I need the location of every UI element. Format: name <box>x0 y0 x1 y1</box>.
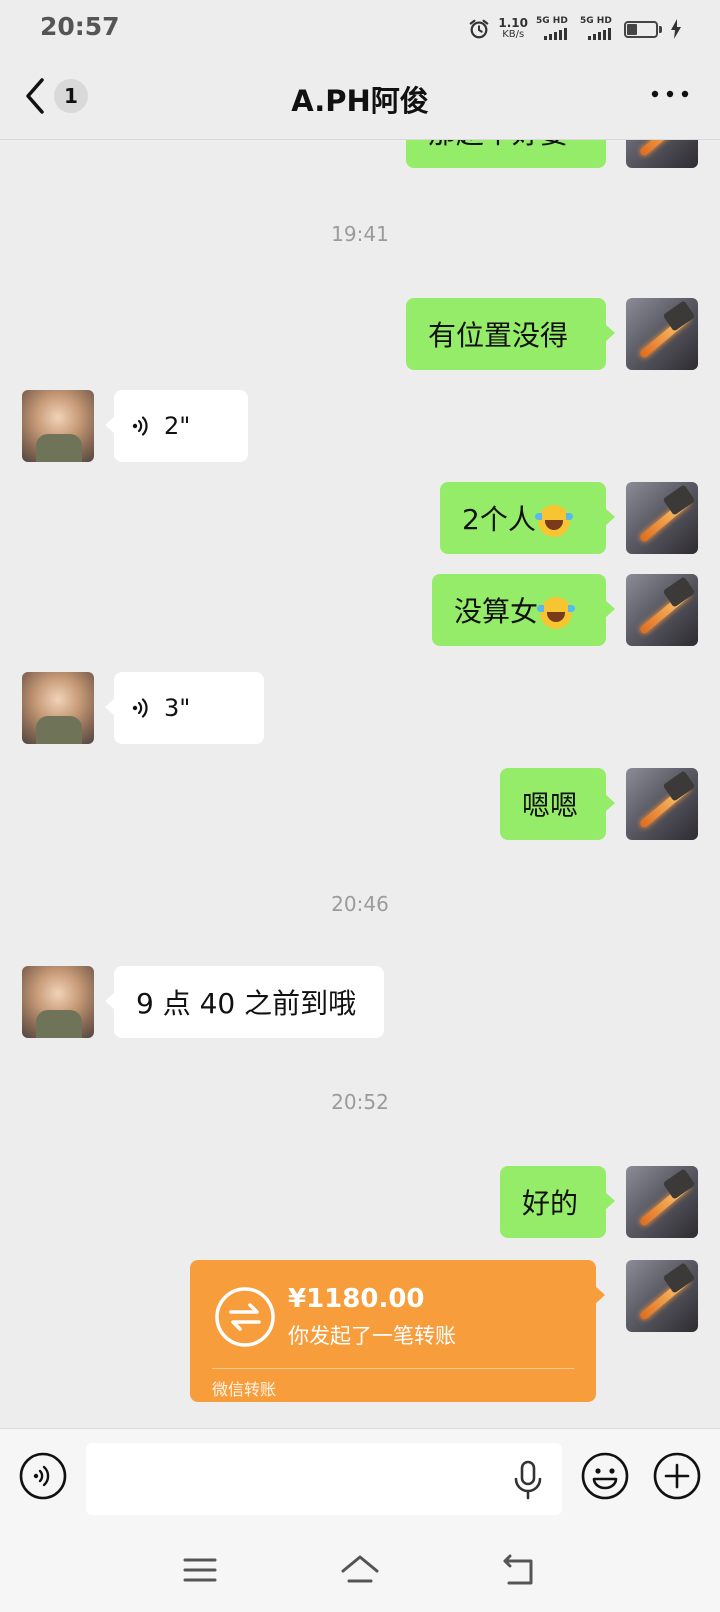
message-bubble-sent[interactable]: 有位置没得 <box>406 298 615 370</box>
my-avatar[interactable] <box>626 768 698 840</box>
network-speed: 1.10 KB/s <box>498 17 528 41</box>
sim2-label: 5G HD <box>580 16 612 26</box>
input-bar <box>0 1428 720 1528</box>
alarm-icon <box>470 19 489 39</box>
voice-message[interactable]: 2" <box>105 390 248 462</box>
sim1-label: 5G HD <box>536 16 568 26</box>
status-bar: 20:57 1.10 KB/s 5G HD 5G HD <box>0 0 720 56</box>
message-bubble-sent[interactable]: 2个人 <box>440 482 615 554</box>
message-bubble-received[interactable]: 9 点 40 之前到哦 <box>105 966 384 1038</box>
menu-icon[interactable] <box>180 1550 220 1590</box>
message-text: 有位置没得 <box>428 319 569 352</box>
sim1-signal-icon: 5G HD <box>536 16 572 42</box>
network-speed-value: 1.10 <box>498 16 528 30</box>
my-avatar[interactable] <box>626 482 698 554</box>
message-text: 9 点 40 之前到哦 <box>136 987 357 1020</box>
voice-duration: 2" <box>164 412 191 440</box>
emoji-smile-icon[interactable] <box>580 1451 630 1501</box>
add-plus-icon[interactable] <box>652 1451 702 1501</box>
microphone-icon[interactable] <box>512 1459 544 1501</box>
message-bubble-sent[interactable]: 好的 <box>500 1166 615 1238</box>
transfer-description: 你发起了一笔转账 <box>288 1324 456 1348</box>
message-list[interactable]: 那赵个好要 19:41 有位置没得 2" 2个人 没算女 <box>0 140 720 1428</box>
message-text: 2个人 <box>462 503 536 536</box>
my-avatar[interactable] <box>626 140 698 168</box>
battery-icon <box>624 20 658 38</box>
my-avatar[interactable] <box>626 1166 698 1238</box>
message-input[interactable] <box>86 1443 562 1515</box>
charging-icon <box>671 19 681 39</box>
chat-header: 1 A.PH阿俊 <box>0 56 720 140</box>
voice-wave-icon <box>132 698 148 718</box>
battery-tip <box>659 25 662 33</box>
crying-laughing-emoji-icon <box>537 597 576 629</box>
timestamp: 19:41 <box>331 222 389 246</box>
message-bubble-sent[interactable]: 嗯嗯 <box>500 768 615 840</box>
voice-duration: 3" <box>164 694 191 722</box>
system-navigation-bar <box>0 1528 720 1612</box>
sim2-signal-icon: 5G HD <box>580 16 616 42</box>
home-icon[interactable] <box>340 1550 380 1590</box>
message-bubble-sent[interactable]: 没算女 <box>432 574 615 646</box>
timestamp: 20:46 <box>331 892 389 916</box>
voice-input-toggle-icon[interactable] <box>18 1451 68 1501</box>
network-speed-unit: KB/s <box>502 29 525 40</box>
my-avatar[interactable] <box>626 298 698 370</box>
more-options-button[interactable] <box>650 82 690 106</box>
transfer-card[interactable]: ¥1180.00 你发起了一笔转账 微信转账 <box>190 1260 605 1402</box>
transfer-arrows-icon <box>215 1287 275 1347</box>
back-navigation-icon[interactable] <box>500 1550 540 1590</box>
divider <box>212 1368 574 1369</box>
chat-title: A.PH阿俊 <box>291 84 429 118</box>
contact-avatar[interactable] <box>22 390 94 462</box>
crying-laughing-emoji-icon <box>534 505 573 537</box>
battery-level <box>627 23 637 35</box>
message-text: 没算女 <box>454 595 539 628</box>
voice-message[interactable]: 3" <box>105 672 264 744</box>
transfer-footer: 微信转账 <box>212 1380 277 1399</box>
contact-avatar[interactable] <box>22 672 94 744</box>
message-text: 好的 <box>522 1187 579 1220</box>
contact-avatar[interactable] <box>22 966 94 1038</box>
my-avatar[interactable] <box>626 1260 698 1332</box>
status-time: 20:57 <box>40 12 120 41</box>
my-avatar[interactable] <box>626 574 698 646</box>
message-text-wrap: 没算女 <box>432 590 594 630</box>
timestamp: 20:52 <box>331 1090 389 1114</box>
message-text: 嗯嗯 <box>522 789 579 822</box>
status-icons: 1.10 KB/s 5G HD 5G HD <box>468 14 682 44</box>
transfer-amount: ¥1180.00 <box>288 1284 425 1314</box>
message-text: 那赵个好要 <box>406 140 590 152</box>
message-text-wrap: 2个人 <box>440 498 592 538</box>
voice-wave-icon <box>132 416 148 436</box>
message-bubble-sent[interactable]: 那赵个好要 <box>406 140 606 168</box>
